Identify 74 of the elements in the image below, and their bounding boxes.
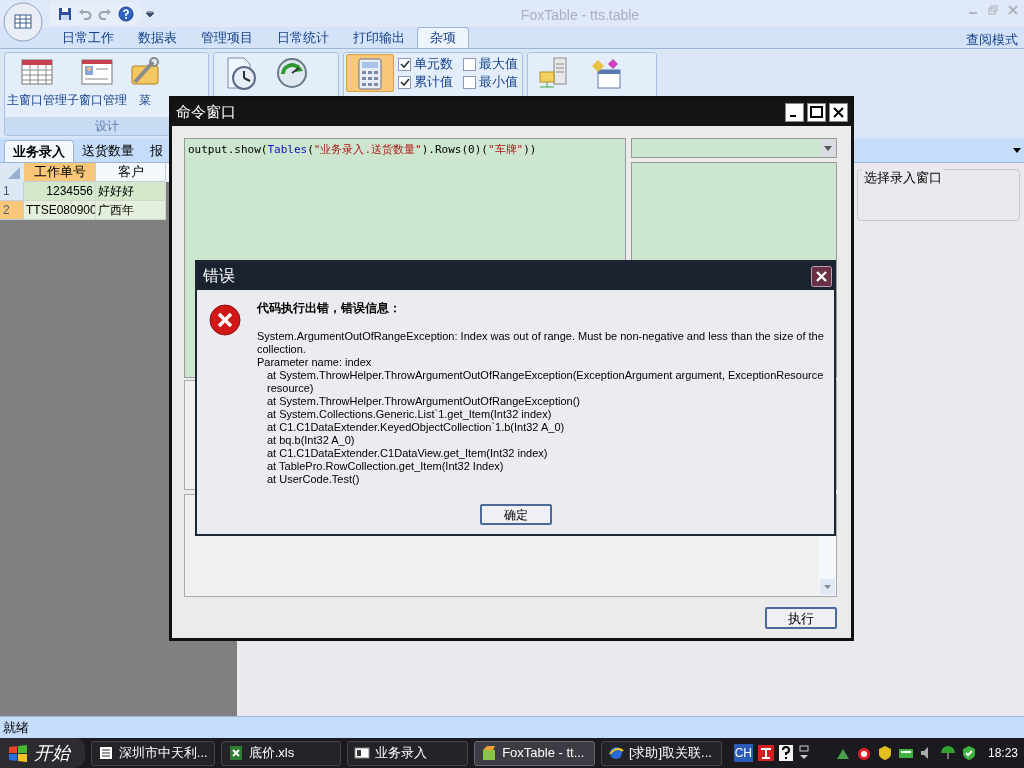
language-bar-options-icon[interactable] (797, 745, 810, 761)
checkbox[interactable] (463, 57, 476, 71)
checkbox-label: 最小值 (479, 74, 518, 90)
stack-trace-line: at System.ThrowHelper.ThrowArgumentOutOfRangeException() (266, 395, 582, 408)
umbrella-icon[interactable] (939, 745, 956, 761)
minimize-button[interactable] (785, 103, 804, 122)
code-line: output.show(Tables("业务录入.送货数量").Rows(0)("车牌")) (188, 142, 538, 158)
spreadsheet-icon (227, 745, 244, 761)
ribbon-button[interactable]: 子窗口管理 (67, 54, 127, 108)
ribbon-button[interactable]: 主窗口管理 (7, 54, 67, 108)
taskbar-button[interactable]: 业务录入 (347, 740, 469, 766)
save-icon[interactable] (58, 6, 72, 21)
column-header[interactable]: 工作单号 (24, 163, 96, 182)
row-number[interactable]: 2 (0, 201, 24, 220)
table-cell: 广西年 (96, 201, 166, 220)
taskbar-button[interactable]: 底价.xls (220, 740, 342, 766)
taskbar-button[interactable]: FoxTable - tt... (474, 740, 595, 766)
checkbox-label: 最大值 (479, 56, 518, 72)
ok-button[interactable]: 确定 (479, 504, 552, 525)
maximize-button[interactable] (807, 103, 826, 122)
refresh-icon (274, 56, 310, 90)
ribbon-tab[interactable]: 日常工作 (50, 27, 126, 48)
dropdown-caret-icon[interactable] (146, 10, 154, 17)
taskbar-button[interactable]: [求助]取关联... (600, 740, 722, 766)
dropdown-field[interactable] (631, 138, 837, 158)
shield-check-icon[interactable] (960, 745, 977, 761)
document-tab[interactable]: 报 (142, 140, 171, 162)
stack-trace-line: at UserCode.Test() (266, 473, 361, 486)
status-text: 就绪 (3, 718, 29, 737)
ribbon-tab[interactable]: 日常统计 (265, 27, 341, 48)
row-number[interactable]: 1 (0, 182, 24, 201)
mode-label: 查阅模式 (966, 31, 1018, 49)
clock: 18:23 (987, 745, 1018, 762)
windows-flag-icon (8, 744, 28, 762)
stack-trace-line: at TablePro.RowCollection.get_Item(Int32 Index) (266, 460, 505, 473)
execute-button[interactable]: 执行 (765, 607, 837, 629)
window-title: FoxTable - tts.table (519, 6, 641, 25)
checkbox[interactable] (398, 75, 411, 89)
error-parameter: Parameter name: index (257, 356, 373, 369)
error-heading: 代码执行出错，错误信息： (257, 302, 402, 315)
checkbox[interactable] (463, 75, 476, 89)
list-window-icon (97, 745, 114, 761)
box-icon (481, 745, 498, 761)
close-button[interactable] (811, 265, 832, 287)
stack-trace-line: at bq.b(Int32 A_0) (266, 434, 356, 447)
checkbox-label: 累计值 (414, 74, 453, 90)
globe-icon (607, 745, 624, 761)
dialog-title: 错误 (203, 266, 235, 286)
language-indicator[interactable]: CH (733, 744, 753, 762)
input-method-icon[interactable] (757, 745, 774, 761)
help-icon[interactable] (118, 5, 134, 22)
checkbox[interactable] (398, 57, 411, 71)
help-icon[interactable] (778, 745, 793, 761)
dropdown-caret-icon[interactable] (1013, 148, 1021, 153)
start-button[interactable]: 开始 (0, 738, 85, 768)
taskbar-button[interactable]: 深圳市中天利... (90, 740, 215, 766)
stack-trace-line: at C1.C1DataExtender.KeyedObjectCollection`1.b(Int32 A_0) (266, 421, 566, 434)
ribbon-tab[interactable]: 杂项 (417, 27, 469, 48)
checkbox-label: 单元数 (414, 56, 453, 72)
table-cell: 好好好 (96, 182, 166, 201)
ribbon-tab[interactable]: 管理项目 (189, 27, 265, 48)
column-header[interactable]: 客户 (96, 163, 166, 182)
ribbon-tab[interactable]: 数据表 (126, 27, 189, 48)
error-icon (209, 304, 241, 336)
table-cell: 1234556 (24, 182, 96, 201)
close-button[interactable] (829, 103, 848, 122)
document-tab[interactable]: 业务录入 (4, 140, 74, 162)
ribbon-button[interactable]: 菜 (127, 54, 163, 108)
stack-trace-line: at System.Collections.Generic.List`1.get_Item(Int32 index) (266, 408, 553, 421)
ribbon-tab[interactable]: 打印输出 (341, 27, 417, 48)
form-window-icon (354, 745, 371, 761)
document-tab[interactable]: 送货数量 (74, 140, 142, 162)
shield-icon[interactable] (876, 745, 893, 761)
stack-trace-line: at C1.C1DataExtender.C1DataView.get_Item(Int32 index) (266, 447, 549, 460)
